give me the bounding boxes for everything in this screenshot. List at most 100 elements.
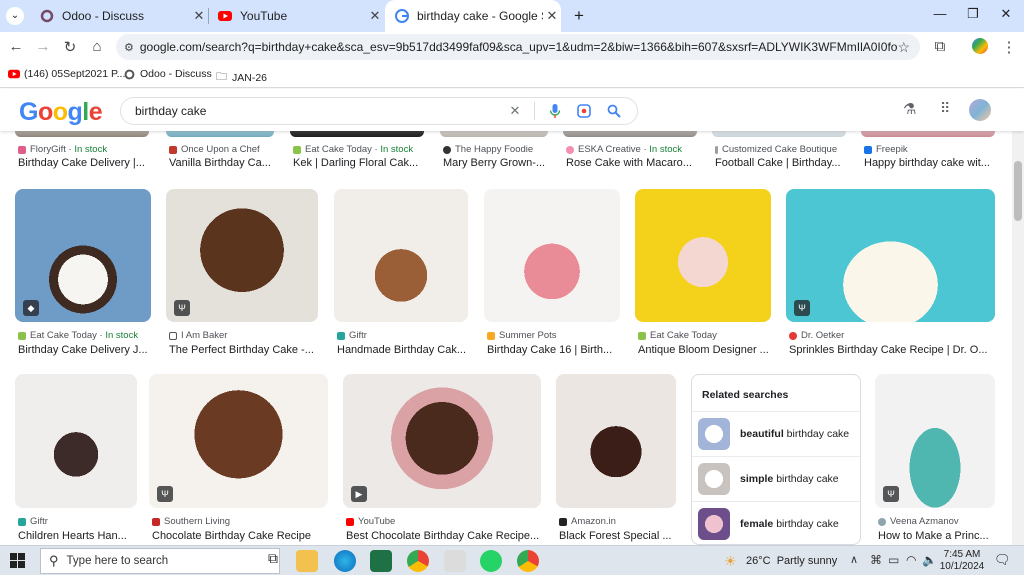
result-title[interactable]: Handmade Birthday Cak...	[337, 344, 471, 356]
notifications-icon[interactable]: 🗨	[994, 552, 1011, 568]
result-image[interactable]: Ψ	[166, 189, 318, 322]
page-scrollbar[interactable]	[1012, 131, 1024, 545]
chrome-icon[interactable]	[407, 550, 429, 572]
result-title[interactable]: Happy birthday cake wit...	[864, 157, 998, 169]
result-title[interactable]: Sprinkles Birthday Cake Recipe | Dr. O..…	[789, 344, 996, 356]
back-icon[interactable]: ←	[6, 38, 26, 55]
weather-text[interactable]: 26°C Partly sunny	[746, 555, 837, 567]
reload-icon[interactable]: ↻	[60, 38, 80, 56]
tab-odoo-discuss[interactable]: Odoo - Discuss ✕	[30, 0, 208, 32]
image-result[interactable]: Once Upon a Chef Vanilla Birthday Ca...	[166, 126, 274, 174]
image-result[interactable]: Customized Cake Boutique Football Cake |…	[712, 126, 846, 174]
wifi-icon[interactable]: ◠	[906, 553, 916, 567]
result-image[interactable]	[334, 189, 468, 322]
menu-icon[interactable]: ⋮	[999, 38, 1019, 56]
network-icon[interactable]: ⌘	[870, 553, 882, 567]
result-title[interactable]: Birthday Cake Delivery |...	[18, 157, 152, 169]
apps-grid-icon[interactable]: ⠿	[940, 100, 950, 117]
account-avatar[interactable]	[969, 99, 991, 121]
restore-icon[interactable]: ❐	[958, 6, 988, 22]
image-result[interactable]: ▶ YouTube Best Chocolate Birthday Cake R…	[343, 374, 541, 545]
search-input[interactable]	[135, 104, 502, 118]
image-result[interactable]: Giftr Handmade Birthday Cak...	[334, 189, 468, 359]
minimize-icon[interactable]: —	[925, 6, 955, 21]
clock[interactable]: 7:45 AM 10/1/2024	[937, 549, 987, 573]
windows-start-icon[interactable]	[10, 553, 25, 568]
result-image[interactable]	[556, 374, 676, 508]
tab-youtube[interactable]: YouTube ✕	[208, 0, 384, 32]
result-title[interactable]: Rose Cake with Macaro...	[566, 157, 700, 169]
address-bar[interactable]: ⚙ google.com/search?q=birthday+cake&sca_…	[116, 34, 920, 60]
image-result[interactable]: Eat Cake Today Antique Bloom Designer ..…	[635, 189, 771, 359]
result-title[interactable]: Antique Bloom Designer ...	[638, 344, 772, 356]
forward-icon[interactable]: →	[33, 38, 53, 55]
close-tab-icon[interactable]: ✕	[366, 8, 384, 24]
image-result[interactable]: Ψ Southern Living Chocolate Birthday Cak…	[149, 374, 328, 545]
battery-icon[interactable]: ▭	[888, 553, 899, 567]
new-tab-button[interactable]: +	[564, 0, 590, 32]
chrome-icon[interactable]	[517, 550, 539, 572]
image-result[interactable]: Ψ Dr. Oetker Sprinkles Birthday Cake Rec…	[786, 189, 995, 359]
image-result[interactable]: The Happy Foodie Mary Berry Grown-...	[440, 126, 548, 174]
result-title[interactable]: Chocolate Birthday Cake Recipe	[152, 530, 329, 542]
image-result[interactable]: Eat Cake Today · In stock Kek | Darling …	[290, 126, 424, 174]
image-result[interactable]: ESKA Creative · In stock Rose Cake with …	[563, 126, 697, 174]
tab-search-button[interactable]: ⌄	[0, 0, 30, 32]
image-result[interactable]: Summer Pots Birthday Cake 16 | Birth...	[484, 189, 620, 359]
extensions-icon[interactable]: ⧉	[930, 38, 950, 55]
google-logo[interactable]: Google	[19, 98, 103, 127]
result-image[interactable]: Ψ	[149, 374, 328, 508]
result-title[interactable]: Birthday Cake 16 | Birth...	[487, 344, 621, 356]
result-title[interactable]: Black Forest Special ...	[559, 530, 677, 542]
file-explorer-icon[interactable]	[296, 550, 318, 572]
volume-icon[interactable]: 🔈	[922, 553, 937, 567]
result-title[interactable]: Vanilla Birthday Ca...	[169, 157, 277, 169]
bookmark-star-icon[interactable]: ☆	[897, 39, 910, 56]
scrollbar-thumb[interactable]	[1014, 161, 1022, 221]
image-result[interactable]: Giftr Children Hearts Han...	[15, 374, 137, 545]
image-result[interactable]: Ψ I Am Baker The Perfect Birthday Cake -…	[166, 189, 318, 359]
result-image[interactable]: Ψ	[786, 189, 995, 322]
result-title[interactable]: Football Cake | Birthday...	[715, 157, 849, 169]
mic-icon[interactable]	[549, 104, 561, 118]
image-result[interactable]: Amazon.in Black Forest Special ...	[556, 374, 676, 545]
taskbar-search[interactable]: ⚲ Type here to search	[40, 548, 280, 574]
search-icon[interactable]	[607, 104, 621, 118]
result-image[interactable]	[635, 189, 771, 322]
result-image[interactable]	[484, 189, 620, 322]
close-tab-icon[interactable]: ✕	[190, 8, 208, 24]
excel-icon[interactable]	[370, 550, 392, 572]
result-title[interactable]: Birthday Cake Delivery J...	[18, 344, 152, 356]
result-image[interactable]: ◆	[15, 189, 151, 322]
result-title[interactable]: Children Hearts Han...	[18, 530, 138, 542]
related-search-item[interactable]: simple birthday cake	[692, 456, 860, 500]
image-result[interactable]: Ψ Veena Azmanov How to Make a Princ...	[875, 374, 995, 545]
home-icon[interactable]: ⌂	[87, 38, 107, 55]
image-result[interactable]: ◆ Eat Cake Today · In stock Birthday Cak…	[15, 189, 151, 359]
result-image[interactable]: ▶	[343, 374, 541, 508]
lens-icon[interactable]	[577, 104, 591, 118]
profile-avatar[interactable]	[972, 38, 988, 54]
tab-google-search[interactable]: birthday cake - Google Search ✕	[385, 0, 561, 32]
image-result[interactable]: FloryGift · In stock Birthday Cake Deliv…	[15, 126, 149, 174]
edge-icon[interactable]	[334, 550, 356, 572]
image-result[interactable]: Freepik Happy birthday cake wit...	[861, 126, 995, 174]
related-search-item[interactable]: beautiful birthday cake	[692, 411, 860, 455]
bookmark-item[interactable]: (146) 05Sept2021 P...	[8, 68, 125, 80]
bookmark-folder[interactable]: 🗀 JAN-26	[216, 68, 267, 87]
close-tab-icon[interactable]: ✕	[543, 8, 561, 24]
app-icon[interactable]	[444, 550, 466, 572]
result-title[interactable]: Mary Berry Grown-...	[443, 157, 551, 169]
result-title[interactable]: Kek | Darling Floral Cak...	[293, 157, 427, 169]
bookmark-item[interactable]: Odoo - Discuss	[124, 68, 212, 80]
whatsapp-icon[interactable]	[480, 550, 502, 572]
result-image[interactable]: Ψ	[875, 374, 995, 508]
task-view-icon[interactable]: ⧉	[262, 550, 284, 572]
search-box[interactable]: ✕	[120, 97, 638, 125]
result-title[interactable]: Best Chocolate Birthday Cake Recipe...	[346, 530, 542, 542]
site-info-icon[interactable]: ⚙	[124, 41, 134, 54]
result-title[interactable]: The Perfect Birthday Cake -...	[169, 344, 319, 356]
window-close-icon[interactable]: ✕	[991, 6, 1021, 22]
chevron-up-icon[interactable]: ∧	[850, 553, 858, 566]
result-image[interactable]	[15, 374, 137, 508]
